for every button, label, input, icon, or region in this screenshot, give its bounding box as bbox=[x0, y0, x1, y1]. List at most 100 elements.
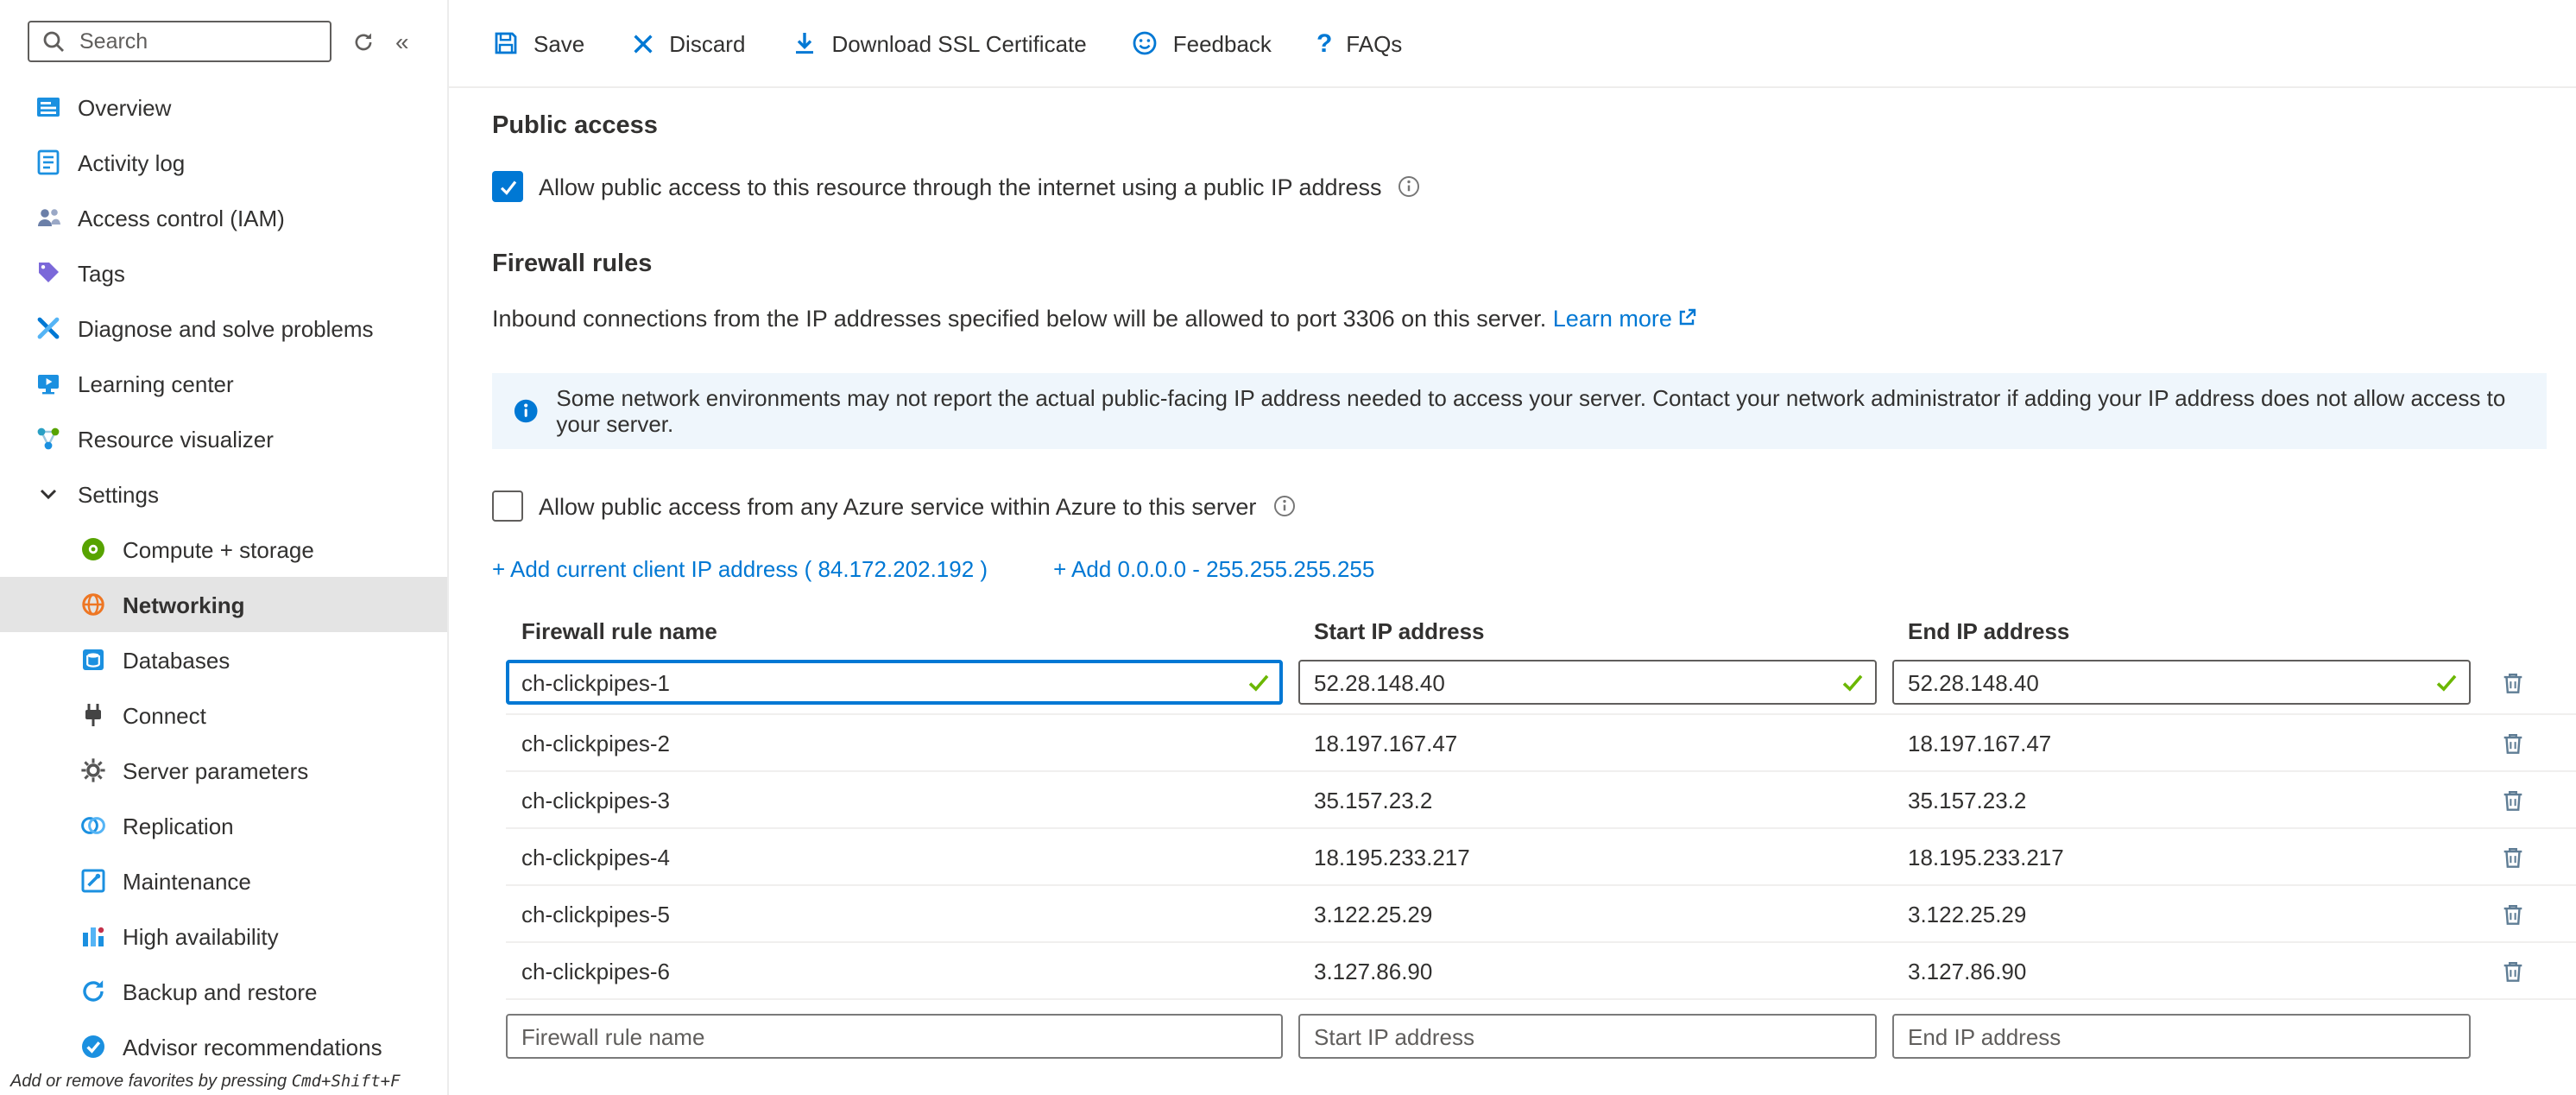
discard-button[interactable]: Discard bbox=[629, 30, 745, 56]
refresh-icon[interactable] bbox=[352, 30, 375, 53]
delete-rule-button[interactable] bbox=[2486, 717, 2538, 769]
header-start-ip: Start IP address bbox=[1298, 617, 1877, 643]
table-row-new bbox=[506, 1010, 2576, 1062]
faqs-label: FAQs bbox=[1346, 30, 1402, 56]
table-row: ch-clickpipes-6 3.127.86.90 3.127.86.90 bbox=[506, 943, 2576, 1000]
sidebar-item-networking[interactable]: Networking bbox=[0, 577, 447, 632]
sidebar-item-access-control[interactable]: Access control (IAM) bbox=[0, 190, 447, 245]
sidebar-item-resource-visualizer[interactable]: Resource visualizer bbox=[0, 411, 447, 466]
sidebar-item-learning-center[interactable]: Learning center bbox=[0, 356, 447, 411]
new-end-ip-wrap bbox=[1892, 1014, 2471, 1059]
sidebar-item-label: Learning center bbox=[78, 370, 234, 396]
connect-icon bbox=[79, 701, 107, 729]
feedback-label: Feedback bbox=[1173, 30, 1272, 56]
delete-rule-button[interactable] bbox=[2486, 831, 2538, 883]
learn-more-label: Learn more bbox=[1553, 306, 1672, 332]
sidebar-item-server-parameters[interactable]: Server parameters bbox=[0, 743, 447, 798]
feedback-icon bbox=[1132, 29, 1159, 57]
download-icon bbox=[790, 29, 818, 57]
info-icon[interactable] bbox=[1272, 494, 1296, 518]
table-row-editing bbox=[506, 651, 2576, 715]
trash-icon bbox=[2499, 669, 2525, 695]
add-all-ips-link[interactable]: + Add 0.0.0.0 - 255.255.255.255 bbox=[1053, 556, 1374, 582]
collapse-menu-icon[interactable]: « bbox=[395, 29, 409, 54]
overview-icon bbox=[35, 93, 62, 121]
start-ip-cell: 3.122.25.29 bbox=[1298, 901, 1877, 927]
search-input[interactable] bbox=[76, 28, 319, 55]
tags-icon bbox=[35, 259, 62, 287]
sidebar-item-databases[interactable]: Databases bbox=[0, 632, 447, 687]
databases-icon bbox=[79, 646, 107, 674]
high-availability-icon bbox=[79, 922, 107, 950]
sidebar-nav: Overview Activity log Access control (IA… bbox=[0, 79, 447, 1074]
start-ip-input[interactable] bbox=[1298, 660, 1877, 705]
save-icon bbox=[492, 29, 520, 57]
sidebar-group-label: Settings bbox=[78, 481, 159, 507]
end-ip-cell: 3.127.86.90 bbox=[1892, 958, 2471, 984]
learn-more-link[interactable]: Learn more bbox=[1553, 306, 1698, 332]
sidebar-item-label: Databases bbox=[123, 647, 230, 673]
search-icon bbox=[40, 28, 67, 55]
sidebar-item-backup-restore[interactable]: Backup and restore bbox=[0, 964, 447, 1019]
sidebar-item-label: Maintenance bbox=[123, 868, 251, 894]
favorites-hint-shortcut: Cmd+Shift+F bbox=[292, 1073, 401, 1092]
sidebar-item-label: Overview bbox=[78, 94, 171, 120]
start-ip-cell: 35.157.23.2 bbox=[1298, 787, 1877, 813]
backup-restore-icon bbox=[79, 978, 107, 1005]
new-rule-name-input[interactable] bbox=[506, 1014, 1283, 1059]
chevron-down-icon bbox=[35, 480, 62, 508]
sidebar-item-label: Connect bbox=[123, 702, 206, 728]
delete-rule-button[interactable] bbox=[2486, 774, 2538, 826]
start-ip-input-wrap bbox=[1298, 660, 1877, 705]
activity-log-icon bbox=[35, 149, 62, 176]
faqs-button[interactable]: ? FAQs bbox=[1316, 30, 1402, 56]
sidebar-item-overview[interactable]: Overview bbox=[0, 79, 447, 135]
save-button[interactable]: Save bbox=[492, 29, 584, 57]
sidebar-group-settings[interactable]: Settings bbox=[0, 466, 447, 522]
end-ip-input-wrap bbox=[1892, 660, 2471, 705]
sidebar-item-maintenance[interactable]: Maintenance bbox=[0, 853, 447, 908]
command-bar: Save Discard Download SSL Certificate Fe… bbox=[449, 0, 2576, 88]
add-client-ip-link[interactable]: + Add current client IP address ( 84.172… bbox=[492, 556, 988, 582]
table-row: ch-clickpipes-3 35.157.23.2 35.157.23.2 bbox=[506, 772, 2576, 829]
download-ssl-button[interactable]: Download SSL Certificate bbox=[790, 29, 1086, 57]
new-end-ip-input[interactable] bbox=[1892, 1014, 2471, 1059]
sidebar-item-tags[interactable]: Tags bbox=[0, 245, 447, 301]
trash-icon bbox=[2499, 844, 2525, 870]
start-ip-cell: 18.197.167.47 bbox=[1298, 730, 1877, 756]
azure-networking-page: « Overview Activity log Access control (… bbox=[0, 0, 2576, 1095]
maintenance-icon bbox=[79, 867, 107, 895]
info-icon[interactable] bbox=[1398, 174, 1422, 199]
end-ip-cell: 3.122.25.29 bbox=[1892, 901, 2471, 927]
feedback-button[interactable]: Feedback bbox=[1132, 29, 1272, 57]
table-row: ch-clickpipes-5 3.122.25.29 3.122.25.29 bbox=[506, 886, 2576, 943]
networking-icon bbox=[79, 591, 107, 618]
sidebar-item-connect[interactable]: Connect bbox=[0, 687, 447, 743]
new-start-ip-input[interactable] bbox=[1298, 1014, 1877, 1059]
network-info-banner: Some network environments may not report… bbox=[492, 373, 2547, 449]
trash-icon bbox=[2499, 958, 2525, 984]
end-ip-input[interactable] bbox=[1892, 660, 2471, 705]
sidebar-item-replication[interactable]: Replication bbox=[0, 798, 447, 853]
azure-services-checkbox[interactable] bbox=[492, 491, 523, 522]
sidebar-item-high-availability[interactable]: High availability bbox=[0, 908, 447, 964]
header-end-ip: End IP address bbox=[1892, 617, 2471, 643]
resource-sidebar: « Overview Activity log Access control (… bbox=[0, 0, 449, 1095]
sidebar-search-box[interactable] bbox=[28, 21, 331, 62]
info-banner-icon bbox=[513, 397, 539, 425]
delete-rule-button[interactable] bbox=[2486, 888, 2538, 940]
sidebar-item-diagnose[interactable]: Diagnose and solve problems bbox=[0, 301, 447, 356]
rule-name-cell: ch-clickpipes-5 bbox=[506, 901, 1283, 927]
sidebar-item-label: Resource visualizer bbox=[78, 426, 274, 452]
sidebar-item-activity-log[interactable]: Activity log bbox=[0, 135, 447, 190]
end-ip-cell: 18.197.167.47 bbox=[1892, 730, 2471, 756]
delete-rule-button[interactable] bbox=[2486, 945, 2538, 997]
sidebar-item-advisor[interactable]: Advisor recommendations bbox=[0, 1019, 447, 1074]
sidebar-item-compute-storage[interactable]: Compute + storage bbox=[0, 522, 447, 577]
delete-rule-button[interactable] bbox=[2486, 656, 2538, 708]
rule-name-input[interactable] bbox=[506, 660, 1283, 705]
sidebar-item-label: Backup and restore bbox=[123, 978, 317, 1004]
save-label: Save bbox=[534, 30, 584, 56]
public-access-checkbox[interactable] bbox=[492, 171, 523, 202]
question-mark-icon: ? bbox=[1316, 30, 1332, 56]
